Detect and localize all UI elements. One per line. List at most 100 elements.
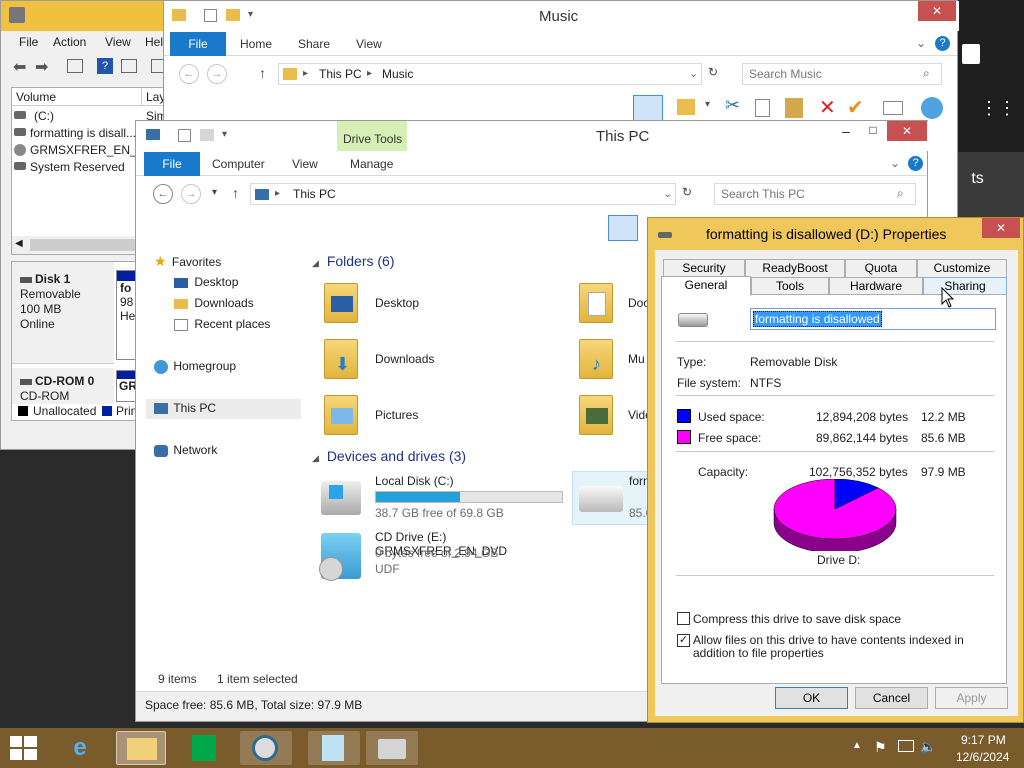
network-tray-icon[interactable] bbox=[898, 740, 914, 752]
volume-row[interactable]: GRMSXFRER_EN_D... bbox=[12, 141, 155, 158]
maximize-icon[interactable]: □ bbox=[860, 123, 886, 141]
breadcrumb-this-pc[interactable]: This PC bbox=[319, 67, 362, 81]
clock-time[interactable]: 9:17 PM bbox=[961, 733, 1006, 747]
tab-home[interactable]: Home bbox=[230, 32, 282, 56]
search-icon[interactable]: ⌕ bbox=[897, 186, 904, 201]
rename-icon[interactable]: ✔ bbox=[847, 95, 864, 120]
forward-arrow-icon[interactable]: ➡ bbox=[35, 57, 48, 77]
refresh-icon[interactable]: ↻ bbox=[708, 65, 718, 79]
properties-icon[interactable] bbox=[121, 59, 137, 73]
chevron-down-icon[interactable]: ⌄ bbox=[689, 67, 698, 80]
chevron-down-icon[interactable]: ⌄ bbox=[916, 36, 926, 50]
nav-homegroup[interactable]: Homegroup bbox=[154, 359, 236, 374]
folder-item-downloads[interactable]: ⬇ Downloads bbox=[324, 335, 524, 385]
folders-header[interactable]: ◢ Folders (6) bbox=[312, 253, 395, 269]
apply-button[interactable]: Apply bbox=[935, 687, 1008, 709]
tab-sharing[interactable]: Sharing bbox=[923, 277, 1007, 295]
drive-item-d-selected[interactable]: form 85.6 bbox=[572, 471, 653, 525]
tab-view[interactable]: View bbox=[346, 32, 392, 56]
tab-computer[interactable]: Computer bbox=[202, 152, 275, 176]
folder-item-pictures[interactable]: Pictures bbox=[324, 391, 524, 441]
folder-item-music[interactable]: ♪ Mu bbox=[579, 335, 649, 385]
nav-item-downloads[interactable]: Downloads bbox=[174, 296, 254, 310]
more-icon[interactable]: ⋮⋮ bbox=[980, 98, 1016, 119]
file-explorer-taskbar-icon[interactable] bbox=[116, 731, 166, 765]
this-pc-search-box[interactable]: Search This PC ⌕ bbox=[714, 183, 916, 205]
show-hidden-icons-icon[interactable]: ▲ bbox=[852, 740, 862, 751]
close-icon[interactable]: ✕ bbox=[982, 218, 1020, 238]
paste-icon[interactable] bbox=[785, 98, 803, 118]
nav-this-pc[interactable]: This PC bbox=[146, 399, 301, 419]
help-icon[interactable]: ? bbox=[908, 156, 923, 171]
back-button[interactable]: ← bbox=[179, 64, 199, 84]
forward-button[interactable]: → bbox=[181, 184, 201, 204]
notepad-taskbar-icon[interactable] bbox=[308, 731, 360, 765]
volume-muted-icon[interactable]: 🔈 bbox=[920, 739, 936, 755]
breadcrumb-this-pc[interactable]: This PC bbox=[293, 187, 336, 201]
devices-header[interactable]: ◢ Devices and drives (3) bbox=[312, 448, 466, 464]
console-icon[interactable] bbox=[67, 59, 83, 73]
tab-general[interactable]: General bbox=[661, 276, 751, 296]
close-icon[interactable]: ✕ bbox=[918, 1, 956, 21]
volume-label-input[interactable]: formatting is disallowed bbox=[750, 308, 996, 330]
volume-row[interactable]: formatting is disall... bbox=[12, 124, 142, 141]
dropdown-icon[interactable]: ▾ bbox=[222, 129, 227, 140]
refresh-icon[interactable]: ↻ bbox=[682, 185, 692, 199]
drive-item-e[interactable]: CD Drive (E:) GRMSXFRER_EN_DVD 0 bytes f… bbox=[319, 529, 581, 585]
this-pc-address-bar[interactable]: ▸ This PC ⌄ bbox=[250, 183, 676, 205]
menu-view[interactable]: View bbox=[105, 35, 131, 49]
cancel-button[interactable]: Cancel bbox=[855, 687, 928, 709]
tab-quota[interactable]: Quota bbox=[845, 259, 917, 277]
printer-taskbar-icon[interactable] bbox=[366, 731, 418, 765]
tab-security[interactable]: Security bbox=[663, 259, 745, 277]
properties-icon[interactable] bbox=[178, 129, 191, 142]
back-arrow-icon[interactable]: ⬅ bbox=[13, 57, 26, 77]
ok-button[interactable]: OK bbox=[775, 687, 848, 709]
action-center-flag-icon[interactable]: ⚑ bbox=[874, 739, 887, 756]
folder-item-documents[interactable]: Doc bbox=[579, 279, 649, 329]
properties-icon[interactable] bbox=[204, 9, 217, 22]
share-icon[interactable] bbox=[921, 97, 943, 119]
internet-explorer-icon[interactable]: e bbox=[58, 731, 102, 765]
new-folder-icon[interactable] bbox=[226, 9, 240, 21]
tab-tools[interactable]: Tools bbox=[751, 277, 829, 295]
dropdown-icon[interactable]: ▾ bbox=[705, 99, 710, 110]
close-icon[interactable]: ✕ bbox=[887, 121, 927, 141]
tab-customize[interactable]: Customize bbox=[917, 259, 1007, 277]
help-icon[interactable]: ? bbox=[935, 36, 950, 51]
drive-item-c[interactable]: Local Disk (C:) 38.7 GB free of 69.8 GB bbox=[321, 473, 566, 523]
forward-button[interactable]: → bbox=[207, 64, 227, 84]
tab-view[interactable]: View bbox=[282, 152, 328, 176]
tab-share[interactable]: Share bbox=[288, 32, 340, 56]
folder-item-videos[interactable]: Vide bbox=[579, 391, 652, 441]
disk1-info[interactable]: Disk 1 Removable 100 MB Online bbox=[12, 262, 114, 364]
up-arrow-icon[interactable]: ↑ bbox=[259, 65, 266, 81]
index-checkbox[interactable]: ✓ bbox=[677, 634, 690, 647]
preview-pane-icon[interactable] bbox=[608, 215, 638, 241]
tab-file[interactable]: File bbox=[144, 152, 200, 176]
back-button[interactable]: ← bbox=[153, 184, 173, 204]
music-search-box[interactable]: Search Music ⌕ bbox=[742, 63, 942, 85]
music-address-bar[interactable]: ▸ This PC ▸ Music ⌄ bbox=[278, 63, 702, 85]
tab-readyboost[interactable]: ReadyBoost bbox=[745, 259, 845, 277]
col-volume-header[interactable]: Volume bbox=[12, 88, 142, 106]
search-icon[interactable]: ⌕ bbox=[923, 66, 930, 81]
compress-label[interactable]: Compress this drive to save disk space bbox=[693, 612, 901, 626]
clock-date[interactable]: 12/6/2024 bbox=[956, 750, 1009, 764]
user-icon[interactable] bbox=[962, 44, 980, 64]
tab-manage[interactable]: Manage bbox=[340, 152, 403, 176]
new-folder-icon[interactable] bbox=[200, 129, 214, 141]
chevron-down-icon[interactable]: ⌄ bbox=[663, 187, 672, 200]
nav-item-desktop[interactable]: Desktop bbox=[174, 275, 238, 289]
menu-action[interactable]: Action bbox=[53, 35, 86, 49]
cut-icon[interactable]: ✂ bbox=[725, 95, 740, 116]
cdrom-info[interactable]: CD-ROM 0 CD-ROM bbox=[12, 368, 114, 404]
help-icon[interactable]: ? bbox=[97, 58, 113, 74]
recent-dropdown-icon[interactable]: ▾ bbox=[212, 187, 217, 198]
delete-icon[interactable]: ✕ bbox=[819, 95, 836, 120]
properties-icon[interactable] bbox=[883, 101, 903, 115]
dropdown-icon[interactable]: ▾ bbox=[248, 9, 253, 20]
folder-item-desktop[interactable]: Desktop bbox=[324, 279, 524, 329]
nav-network[interactable]: Network bbox=[154, 443, 217, 457]
minimize-icon[interactable]: – bbox=[832, 123, 860, 141]
